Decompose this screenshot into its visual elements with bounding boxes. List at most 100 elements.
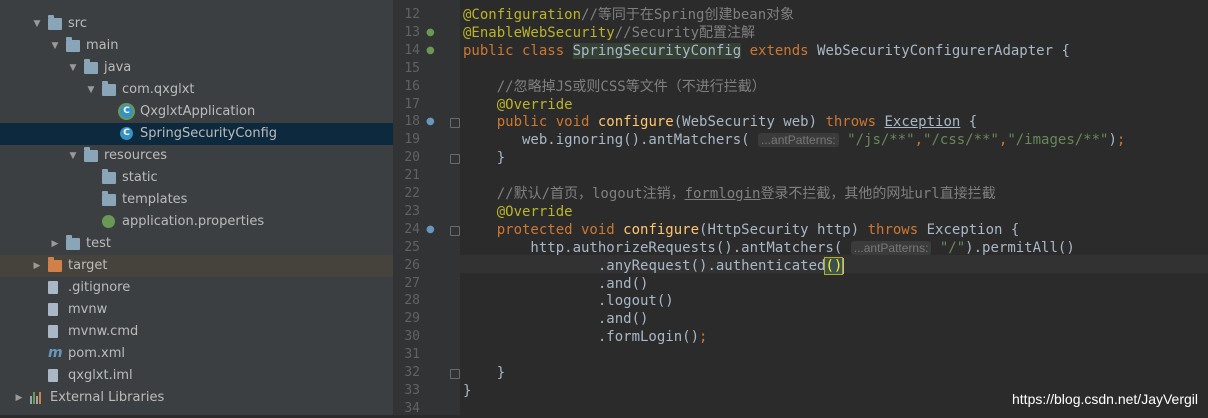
file-icon: [48, 369, 58, 382]
tree-item-application-properties[interactable]: application.properties: [0, 211, 393, 233]
code-line[interactable]: @Override: [463, 203, 573, 221]
code-token: ;: [699, 329, 708, 346]
line-number: 30: [404, 329, 420, 345]
tree-item-gitignore[interactable]: .gitignore: [0, 277, 393, 299]
code-line[interactable]: //默认/首页，logout注销，formlogin登录不拦截，其他的网址url…: [463, 185, 996, 203]
fold-marker-icon[interactable]: [450, 154, 460, 165]
code-token: //等同于在Spring创建bean对象: [581, 7, 795, 23]
code-token: 登录不拦截，其他的网址url直接拦截: [760, 186, 996, 202]
code-line[interactable]: @EnableWebSecurity//Security配置注解: [463, 24, 755, 42]
code-token: .formLogin(): [463, 329, 700, 346]
spring-bean-icon[interactable]: ●: [426, 24, 435, 42]
folder-icon: [102, 169, 116, 184]
tree-item-qxglxt-iml[interactable]: qxglxt.iml: [0, 365, 393, 387]
code-token: WebSecurityConfigurerAdapter {: [817, 42, 1070, 59]
tree-item-label: com.qxglxt: [122, 82, 195, 97]
code-token: @EnableWebSecurity: [463, 24, 615, 41]
code-line[interactable]: .logout(): [463, 292, 674, 310]
tree-item-pom-xml[interactable]: m pom.xml: [0, 343, 393, 365]
tree-item-qxglxtapplication[interactable]: C QxglxtApplication: [0, 101, 393, 123]
folder-icon: [48, 15, 62, 30]
code-line[interactable]: }: [463, 364, 505, 382]
parameter-hint: ...antPatterns:: [850, 240, 932, 255]
tree-top-strip: [0, 0, 393, 4]
code-token: @Override: [496, 203, 573, 220]
collapse-arrow-icon[interactable]: ▶: [50, 233, 60, 255]
line-number: 15: [404, 60, 420, 76]
line-number: 28: [404, 293, 420, 309]
code-token: protected void: [496, 221, 624, 238]
fold-marker-icon[interactable]: [450, 369, 460, 379]
code-line[interactable]: .and(): [463, 275, 649, 293]
spring-bean-icon[interactable]: ●: [426, 42, 435, 60]
fold-marker-icon[interactable]: [450, 225, 460, 236]
tree-item-target[interactable]: ▶ target: [0, 255, 393, 277]
spring-properties-icon: [102, 215, 115, 228]
code-line[interactable]: http.authorizeRequests().antMatchers( ..…: [463, 239, 1074, 257]
tree-item-main[interactable]: ▼ main: [0, 35, 393, 57]
folder-icon: [84, 147, 98, 162]
code-token: //默认/首页，logout注销，: [496, 186, 685, 202]
expand-arrow-icon[interactable]: ▼: [50, 35, 60, 57]
tree-item-static[interactable]: static: [0, 167, 393, 189]
override-method-icon[interactable]: ●: [426, 221, 435, 239]
fold-marker-icon[interactable]: [450, 118, 460, 129]
collapse-arrow-icon[interactable]: ▶: [32, 255, 42, 277]
tree-item-test[interactable]: ▶ test: [0, 233, 393, 255]
tree-item-resources[interactable]: ▼ resources: [0, 145, 393, 167]
tree-item-label: resources: [104, 148, 168, 163]
expand-arrow-icon[interactable]: ▼: [68, 145, 78, 167]
code-token: }: [463, 150, 506, 167]
expand-arrow-icon[interactable]: ▼: [68, 57, 78, 79]
code-token: "/": [931, 239, 966, 256]
code-token: throws: [825, 114, 885, 131]
file-icon: [48, 303, 58, 316]
code-token: formlogin: [684, 186, 761, 202]
code-line[interactable]: }: [463, 149, 505, 167]
tree-item-src[interactable]: ▼ src: [0, 13, 393, 35]
code-token: .and(): [463, 311, 649, 328]
code-line[interactable]: //忽略掉JS或则CSS等文件（不进行拦截）: [463, 78, 766, 96]
tree-item-java[interactable]: ▼ java: [0, 57, 393, 79]
maven-icon: m: [48, 345, 63, 361]
tree-item-label: .gitignore: [68, 280, 131, 295]
code-line[interactable]: public class SpringSecurityConfig extend…: [463, 42, 1070, 60]
tree-item-label: src: [68, 16, 87, 31]
collapse-arrow-icon[interactable]: ▶: [14, 387, 24, 409]
code-token: }: [463, 382, 472, 399]
folder-icon: [66, 235, 80, 250]
code-line[interactable]: .formLogin();: [463, 328, 708, 346]
code-line[interactable]: .anyRequest().authenticated(): [463, 256, 845, 275]
expand-arrow-icon[interactable]: ▼: [32, 13, 42, 35]
line-number: 33: [404, 382, 420, 398]
tree-item-com-qxglxt[interactable]: ▼ com.qxglxt: [0, 79, 393, 101]
project-tree-panel: ▼ src ▼ main ▼ java ▼ com.qxglxt C QxglxtApplicat…: [0, 0, 393, 415]
line-number: 21: [404, 168, 420, 184]
code-token: //Security配置注解: [614, 24, 756, 41]
code-line[interactable]: web.ignoring().antMatchers( ...antPatter…: [463, 131, 1125, 149]
expand-arrow-icon[interactable]: ▼: [86, 79, 96, 101]
line-number: 29: [404, 311, 420, 327]
code-token: .: [463, 257, 607, 274]
code-token: (HttpSecurity http): [699, 221, 868, 238]
line-number: 32: [404, 365, 420, 380]
tree-item-external-libraries[interactable]: ▶ External Libraries: [0, 387, 393, 409]
code-line[interactable]: .and(): [463, 310, 649, 328]
code-line[interactable]: }: [463, 382, 471, 400]
line-number: 26: [404, 257, 420, 273]
code-line[interactable]: @Override: [463, 96, 573, 114]
tree-item-templates[interactable]: templates: [0, 189, 393, 211]
tree-item-mvnw[interactable]: mvnw: [0, 299, 393, 321]
tree-item-mvnw-cmd[interactable]: mvnw.cmd: [0, 321, 393, 343]
code-token: extends: [741, 42, 818, 59]
override-method-icon[interactable]: ●: [426, 113, 435, 131]
tree-item-springsecurityconfig[interactable]: C SpringSecurityConfig: [0, 123, 393, 145]
code-line[interactable]: public void configure(WebSecurity web) t…: [463, 113, 977, 131]
code-line[interactable]: protected void configure(HttpSecurity ht…: [463, 221, 1020, 239]
code-token: configure: [597, 114, 674, 131]
code-line[interactable]: @Configuration//等同于在Spring创建bean对象: [463, 6, 794, 24]
spring-class-icon: C: [120, 105, 133, 118]
